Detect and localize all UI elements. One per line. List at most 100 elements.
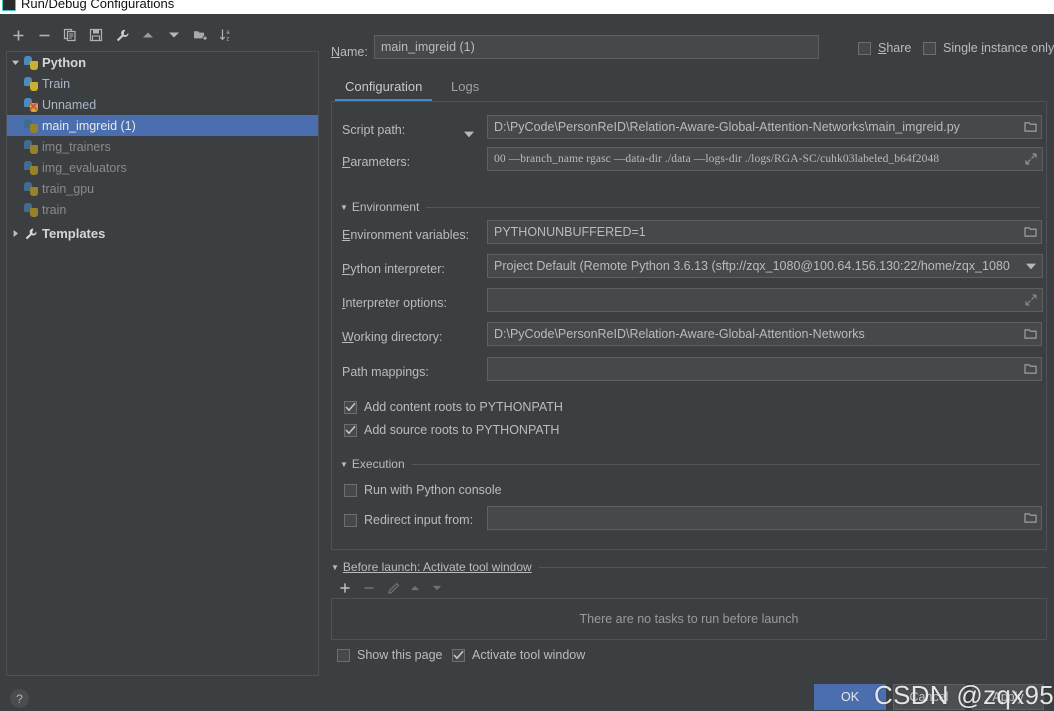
- activate-tool-window-checkbox[interactable]: [452, 648, 465, 662]
- python-icon: [23, 76, 39, 92]
- execution-section-header[interactable]: ▼ Execution: [340, 457, 1040, 471]
- script-path-dropdown-icon[interactable]: [464, 127, 474, 141]
- tree-node-unnamed[interactable]: ✕ Unnamed: [7, 94, 318, 115]
- script-path-input[interactable]: [487, 115, 1020, 139]
- tree-node-python[interactable]: Python: [7, 52, 318, 73]
- redirect-input-path-input[interactable]: [487, 506, 1020, 530]
- tree-node-label: Train: [42, 76, 71, 91]
- path-mappings-field-group[interactable]: [487, 357, 1042, 381]
- save-configuration-button[interactable]: [86, 25, 106, 45]
- redirect-input-checkbox[interactable]: [344, 513, 357, 527]
- tree-node-label: train_gpu: [42, 181, 95, 196]
- python-icon: [23, 202, 39, 218]
- tree-node-train[interactable]: train: [7, 199, 318, 220]
- add-content-roots-checkbox[interactable]: [344, 400, 357, 414]
- add-content-roots-row[interactable]: Add content roots to PYTHONPATH: [344, 400, 563, 414]
- expand-arrow-icon[interactable]: [7, 229, 23, 238]
- before-launch-empty-text: There are no tasks to run before launch: [579, 612, 799, 626]
- browse-working-dir-button[interactable]: [1020, 322, 1042, 346]
- browse-script-path-button[interactable]: [1020, 115, 1042, 139]
- bl-remove-button: [359, 578, 379, 598]
- bl-add-button[interactable]: [335, 578, 355, 598]
- tree-node-train-gpu[interactable]: train_gpu: [7, 178, 318, 199]
- environment-section-header[interactable]: ▼ Environment: [340, 200, 1040, 214]
- edit-templates-button[interactable]: [112, 25, 132, 45]
- configurations-toolbar: a z: [0, 22, 325, 48]
- new-folder-button[interactable]: [190, 25, 210, 45]
- apply-button[interactable]: Apply: [972, 684, 1044, 710]
- interpreter-options-field-group[interactable]: [487, 288, 1043, 312]
- show-this-page-row[interactable]: Show this page: [337, 648, 442, 662]
- tree-node-train[interactable]: Train: [7, 73, 318, 94]
- before-launch-section-header[interactable]: ▼ Before launch: Activate tool window: [331, 560, 1047, 574]
- help-button[interactable]: ?: [10, 689, 29, 708]
- python-icon: [23, 55, 39, 71]
- tab-logs[interactable]: Logs: [441, 74, 489, 101]
- env-vars-field-group[interactable]: [487, 220, 1042, 244]
- section-collapse-icon[interactable]: ▼: [340, 203, 348, 212]
- interpreter-field-group[interactable]: [487, 254, 1043, 278]
- share-checkbox-row[interactable]: Share: [858, 41, 911, 55]
- parameters-input[interactable]: [487, 147, 1043, 171]
- redirect-input-row[interactable]: Redirect input from:: [344, 513, 473, 527]
- move-down-button[interactable]: [164, 25, 184, 45]
- redirect-input-field-group[interactable]: [487, 506, 1042, 530]
- python-icon: [23, 160, 39, 176]
- env-vars-input[interactable]: [487, 220, 1020, 244]
- before-launch-tasks-list[interactable]: There are no tasks to run before launch: [331, 598, 1047, 640]
- browse-path-mappings-button[interactable]: [1020, 357, 1042, 381]
- tree-node-label: main_imgreid (1): [42, 118, 136, 133]
- section-rule: [538, 566, 1047, 568]
- sort-button[interactable]: a z: [216, 25, 236, 45]
- single-instance-checkbox[interactable]: [923, 41, 936, 55]
- configurations-tree[interactable]: Python Train ✕ Unnamed main_imgreid (1) …: [6, 51, 319, 676]
- browse-env-vars-button[interactable]: [1020, 220, 1042, 244]
- bl-up-button: [405, 578, 425, 598]
- move-up-button[interactable]: [138, 25, 158, 45]
- expand-parameters-icon[interactable]: [1022, 150, 1040, 168]
- working-dir-label: Working directory:: [342, 330, 443, 344]
- single-instance-checkbox-row[interactable]: Single instance only: [923, 41, 1054, 55]
- copy-configuration-button[interactable]: [60, 25, 80, 45]
- working-dir-field-group[interactable]: [487, 322, 1042, 346]
- add-source-roots-label: Add source roots to PYTHONPATH: [364, 423, 560, 437]
- section-collapse-icon[interactable]: ▼: [331, 563, 339, 572]
- browse-redirect-input-button[interactable]: [1020, 506, 1042, 530]
- editor-tabs: Configuration Logs: [331, 74, 1047, 102]
- script-path-field-group[interactable]: [487, 115, 1042, 139]
- show-this-page-checkbox[interactable]: [337, 648, 350, 662]
- tree-node-img-evaluators[interactable]: img_evaluators: [7, 157, 318, 178]
- show-this-page-label: Show this page: [357, 648, 443, 662]
- interpreter-options-input[interactable]: [487, 288, 1043, 312]
- section-rule: [411, 463, 1040, 465]
- share-checkbox[interactable]: [858, 41, 871, 55]
- interpreter-label: Python interpreter:: [342, 262, 445, 276]
- python-icon: [23, 181, 39, 197]
- remove-configuration-button[interactable]: [34, 25, 54, 45]
- ok-button[interactable]: OK: [814, 684, 886, 710]
- activate-tool-window-row[interactable]: Activate tool window: [452, 648, 585, 662]
- configuration-editor-pane: Name: Share Single instance only Configu…: [325, 22, 1054, 677]
- add-configuration-button[interactable]: [8, 25, 28, 45]
- svg-text:z: z: [226, 37, 229, 42]
- tab-configuration[interactable]: Configuration: [335, 74, 433, 101]
- interpreter-select[interactable]: [487, 254, 1043, 278]
- path-mappings-input[interactable]: [487, 357, 1020, 381]
- add-source-roots-row[interactable]: Add source roots to PYTHONPATH: [344, 423, 559, 437]
- collapse-arrow-icon[interactable]: [7, 58, 23, 67]
- tree-node-img-trainers[interactable]: img_trainers: [7, 136, 318, 157]
- working-dir-input[interactable]: [487, 322, 1020, 346]
- cancel-button[interactable]: Cancel: [893, 684, 965, 710]
- section-collapse-icon[interactable]: ▼: [340, 460, 348, 469]
- tree-node-templates[interactable]: Templates: [7, 223, 318, 244]
- expand-interpreter-options-icon[interactable]: [1022, 291, 1040, 309]
- name-input[interactable]: [374, 35, 819, 59]
- parameters-field-group[interactable]: [487, 147, 1043, 171]
- run-with-console-checkbox[interactable]: [344, 483, 357, 497]
- tree-node-label: Templates: [42, 226, 106, 241]
- chevron-down-icon[interactable]: [1022, 257, 1040, 275]
- tree-node-main-imgreid-1[interactable]: main_imgreid (1): [7, 115, 318, 136]
- python-icon: [23, 118, 39, 134]
- run-with-console-row[interactable]: Run with Python console: [344, 483, 502, 497]
- add-source-roots-checkbox[interactable]: [344, 423, 357, 437]
